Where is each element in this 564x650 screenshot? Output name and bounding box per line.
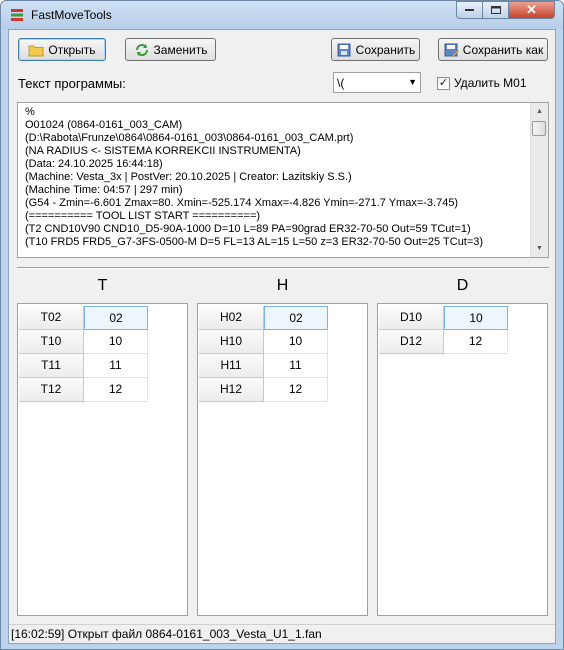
h-value-cell[interactable]: 10 (264, 330, 328, 354)
program-text-label: Текст программы: (18, 76, 126, 91)
program-line: % (25, 106, 35, 118)
replace-button-label: Заменить (153, 42, 208, 57)
save-button-label: Сохранить (355, 42, 416, 57)
table-row: T10 10 (19, 330, 149, 354)
main-panel: Открыть Заменить Сохранить Сохранить как… (8, 29, 556, 644)
d-value-cell[interactable]: 10 (444, 306, 508, 330)
scroll-thumb[interactable] (532, 121, 546, 136)
h-value-cell[interactable]: 12 (264, 378, 328, 402)
h-key-cell[interactable]: H10 (199, 330, 264, 354)
title-bar[interactable]: FastMoveTools ✕ (1, 1, 563, 29)
t-value-cell[interactable]: 10 (84, 330, 148, 354)
maximize-icon (490, 6, 501, 14)
h-key-cell[interactable]: H12 (199, 378, 264, 402)
table-row: T02 02 (19, 306, 149, 330)
t-key-cell[interactable]: T02 (19, 306, 84, 330)
d-column-header: D (456, 277, 469, 294)
t-key-cell[interactable]: T10 (19, 330, 84, 354)
program-line: (========== TOOL LIST START ==========) (25, 210, 261, 222)
h-value-cell[interactable]: 02 (264, 306, 328, 330)
program-line: (Machine Time: 04:57 | 297 min) (25, 184, 183, 196)
comment-style-value: \( (337, 76, 345, 90)
status-bar: [16:02:59] Открыт файл 0864-0161_003_Ves… (9, 624, 555, 643)
t-table: T02 02 T10 10 T11 11 T12 12 (17, 303, 188, 616)
program-text-lines: % O01024 (0864-0161_003_CAM) (D:\Rabota\… (25, 106, 530, 249)
d-value-cell[interactable]: 12 (444, 330, 508, 354)
d-table: D10 10 D12 12 (377, 303, 548, 616)
splitter[interactable] (17, 267, 549, 269)
tools-icon (11, 9, 23, 21)
t-value-cell[interactable]: 12 (84, 378, 148, 402)
scroll-up-icon[interactable]: ▲ (531, 103, 548, 120)
program-line: (Data: 24.10.2025 16:44:18) (25, 158, 163, 170)
scroll-down-icon[interactable]: ▼ (531, 240, 548, 257)
h-table: H02 02 H10 10 H11 11 H12 12 (197, 303, 368, 616)
floppy-disk-pencil-icon (444, 43, 459, 57)
remove-m01-label[interactable]: Удалить M01 (454, 76, 527, 90)
replace-button[interactable]: Заменить (125, 38, 216, 61)
table-row: H11 11 (199, 354, 329, 378)
program-line: (G54 - Zmin=-6.601 Zmax=80. Xmin=-525.17… (25, 197, 459, 209)
h-column-header: H (276, 277, 289, 294)
program-line: (T2 CND10V90 CND10_D5-90A-1000 D=10 L=89… (25, 223, 471, 235)
program-line: O01024 (0864-0161_003_CAM) (25, 119, 183, 131)
t-column-header: T (97, 277, 108, 294)
program-text-area[interactable]: % O01024 (0864-0161_003_CAM) (D:\Rabota\… (17, 102, 549, 258)
chevron-down-icon: ▼ (408, 77, 417, 87)
floppy-disk-icon (337, 43, 351, 56)
close-button[interactable]: ✕ (508, 1, 555, 19)
window-title: FastMoveTools (31, 8, 112, 22)
h-key-cell[interactable]: H11 (199, 354, 264, 378)
program-line: (D:\Rabota\Frunze\0864\0864-0161_003\086… (25, 132, 354, 144)
status-text: [16:02:59] Открыт файл 0864-0161_003_Ves… (11, 627, 322, 641)
t-value-cell[interactable]: 02 (84, 306, 148, 330)
table-row: D10 10 (379, 306, 509, 330)
d-key-cell[interactable]: D10 (379, 306, 444, 330)
open-button[interactable]: Открыть (18, 38, 106, 61)
d-key-cell[interactable]: D12 (379, 330, 444, 354)
t-key-cell[interactable]: T12 (19, 378, 84, 402)
table-row: H10 10 (199, 330, 329, 354)
table-row: H02 02 (199, 306, 329, 330)
save-as-button-label: Сохранить как (462, 42, 544, 57)
open-button-label: Открыть (48, 42, 96, 57)
program-line: (T10 FRD5 FRD5_G7-3FS-0500-M D=5 FL=13 A… (25, 236, 484, 248)
h-key-cell[interactable]: H02 (199, 306, 264, 330)
table-row: T12 12 (19, 378, 149, 402)
program-line: (NA RADIUS <- SISTEMA KORREKCII INSTRUME… (25, 145, 301, 157)
minimize-icon (465, 9, 474, 11)
app-window: FastMoveTools ✕ Открыть Заменить Сохрани… (0, 0, 564, 650)
save-button[interactable]: Сохранить (331, 38, 420, 61)
h-value-cell[interactable]: 11 (264, 354, 328, 378)
comment-style-select[interactable]: \( ▼ (333, 72, 421, 93)
minimize-button[interactable] (456, 1, 483, 19)
folder-icon (28, 45, 44, 56)
table-row: D12 12 (379, 330, 509, 354)
table-row: T11 11 (19, 354, 149, 378)
t-value-cell[interactable]: 11 (84, 354, 148, 378)
save-as-button[interactable]: Сохранить как (438, 38, 548, 61)
program-line: (Machine: Vesta_3x | PostVer: 20.10.2025… (25, 171, 352, 183)
refresh-icon (135, 43, 148, 56)
remove-m01-checkbox[interactable]: ✓ (437, 77, 450, 90)
close-icon: ✕ (526, 2, 537, 17)
maximize-button[interactable] (482, 1, 509, 19)
t-key-cell[interactable]: T11 (19, 354, 84, 378)
table-row: H12 12 (199, 378, 329, 402)
program-scrollbar[interactable]: ▲ ▼ (530, 103, 548, 257)
